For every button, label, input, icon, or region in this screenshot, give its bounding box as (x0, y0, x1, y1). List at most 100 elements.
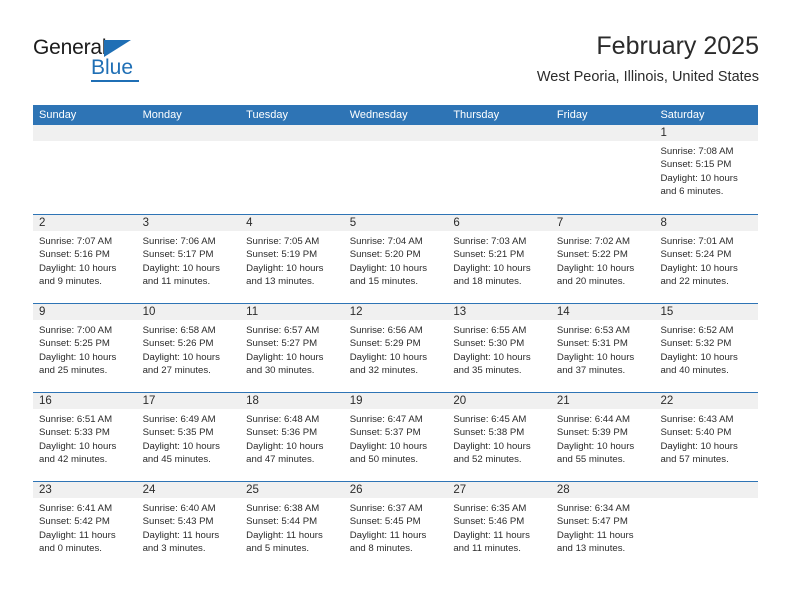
calendar-week-row: 9 Sunrise: 7:00 AM Sunset: 5:25 PM Daylight… (33, 303, 759, 392)
sunset-text: Sunset: 5:29 PM (349, 338, 421, 350)
calendar-day-cell[interactable]: 16 Sunrise: 6:51 AM Sunset: 5:33 PM Dayligh… (33, 393, 137, 481)
daylight-text: Daylight: 10 hours and 11 minutes. (142, 262, 220, 287)
sunrise-text: Sunrise: 6:35 AM (453, 503, 527, 514)
weekday-header-friday: Friday (556, 109, 588, 121)
calendar-day-cell[interactable]: 25 Sunrise: 6:38 AM Sunset: 5:44 PM Dayligh… (240, 482, 344, 570)
day-number: 6 (447, 215, 551, 231)
sunrise-text: Sunrise: 7:08 AM (660, 146, 734, 157)
day-number (343, 125, 448, 141)
day-sun-info: Sunrise: 6:53 AM Sunset: 5:31 PM Daylight:… (551, 320, 655, 377)
weekday-header-wednesday: Wednesday (349, 109, 408, 121)
day-sun-info: Sunrise: 7:02 AM Sunset: 5:22 PM Daylight:… (551, 231, 655, 288)
daylight-text: Daylight: 10 hours and 18 minutes. (453, 262, 531, 287)
sunset-text: Sunset: 5:45 PM (349, 516, 421, 528)
day-number: 12 (343, 304, 448, 320)
sunset-text: Sunset: 5:31 PM (556, 338, 628, 350)
calendar-day-cell-empty (136, 125, 241, 214)
sunset-text: Sunset: 5:38 PM (453, 427, 525, 439)
calendar-week-row: 1 Sunrise: 7:08 AM Sunset: 5:15 PM Daylight… (33, 125, 759, 214)
day-number: 20 (447, 393, 551, 409)
logo-underline (91, 80, 139, 82)
day-sun-info: Sunrise: 7:03 AM Sunset: 5:21 PM Daylight:… (447, 231, 551, 288)
day-number (33, 125, 137, 141)
sunrise-text: Sunrise: 6:37 AM (349, 503, 423, 514)
calendar-day-cell[interactable]: 22 Sunrise: 6:43 AM Sunset: 5:40 PM Dayligh… (654, 393, 759, 481)
day-sun-info: Sunrise: 6:41 AM Sunset: 5:42 PM Daylight:… (33, 498, 137, 555)
calendar-day-cell[interactable]: 21 Sunrise: 6:44 AM Sunset: 5:39 PM Dayligh… (550, 393, 655, 481)
title-block: February 2025 West Peoria, Illinois, Uni… (537, 30, 759, 88)
calendar-day-cell[interactable]: 3 Sunrise: 7:06 AM Sunset: 5:17 PM Daylight… (136, 215, 241, 303)
calendar-day-cell[interactable]: 11 Sunrise: 6:57 AM Sunset: 5:27 PM Dayligh… (240, 304, 344, 392)
day-number: 22 (654, 393, 759, 409)
daylight-text: Daylight: 10 hours and 30 minutes. (246, 351, 324, 376)
weekday-header-sunday: Sunday (39, 109, 77, 121)
daylight-text: Daylight: 10 hours and 42 minutes. (39, 440, 117, 465)
day-number: 26 (343, 482, 448, 498)
calendar-day-cell[interactable]: 4 Sunrise: 7:05 AM Sunset: 5:19 PM Daylight… (240, 215, 344, 303)
weekday-header-row: Sunday Monday Tuesday Wednesday Thursday… (33, 105, 758, 125)
sunset-text: Sunset: 5:39 PM (556, 427, 628, 439)
sunset-text: Sunset: 5:25 PM (39, 338, 110, 350)
day-number: 25 (240, 482, 344, 498)
sunrise-text: Sunrise: 6:51 AM (39, 414, 113, 425)
calendar-day-cell[interactable]: 24 Sunrise: 6:40 AM Sunset: 5:43 PM Dayligh… (136, 482, 241, 570)
calendar-page: General Blue February 2025 West Peoria, … (0, 0, 792, 612)
sunrise-text: Sunrise: 7:03 AM (453, 236, 527, 247)
calendar-day-cell[interactable]: 9 Sunrise: 7:00 AM Sunset: 5:25 PM Daylight… (33, 304, 137, 392)
calendar-day-cell[interactable]: 23 Sunrise: 6:41 AM Sunset: 5:42 PM Dayligh… (33, 482, 137, 570)
calendar-week-row: 23 Sunrise: 6:41 AM Sunset: 5:42 PM Dayligh… (33, 481, 759, 570)
sunrise-text: Sunrise: 6:41 AM (39, 503, 113, 514)
calendar-day-cell[interactable]: 28 Sunrise: 6:34 AM Sunset: 5:47 PM Dayligh… (550, 482, 655, 570)
sunrise-text: Sunrise: 7:00 AM (39, 325, 113, 336)
calendar-day-cell[interactable]: 17 Sunrise: 6:49 AM Sunset: 5:35 PM Dayligh… (136, 393, 241, 481)
weekday-header-tuesday: Tuesday (246, 109, 288, 121)
calendar-day-cell[interactable]: 14 Sunrise: 6:53 AM Sunset: 5:31 PM Dayligh… (550, 304, 655, 392)
sunset-text: Sunset: 5:43 PM (142, 516, 214, 528)
calendar-day-cell[interactable]: 13 Sunrise: 6:55 AM Sunset: 5:30 PM Dayligh… (447, 304, 551, 392)
sunrise-text: Sunrise: 7:06 AM (142, 236, 216, 247)
sunrise-text: Sunrise: 6:43 AM (660, 414, 734, 425)
calendar-day-cell[interactable]: 18 Sunrise: 6:48 AM Sunset: 5:36 PM Dayligh… (240, 393, 344, 481)
daylight-text: Daylight: 10 hours and 47 minutes. (246, 440, 324, 465)
sunset-text: Sunset: 5:36 PM (246, 427, 318, 439)
sunset-text: Sunset: 5:24 PM (660, 249, 732, 261)
day-number (550, 125, 655, 141)
day-number: 1 (654, 125, 759, 141)
sunset-text: Sunset: 5:40 PM (660, 427, 732, 439)
calendar-day-cell[interactable]: 20 Sunrise: 6:45 AM Sunset: 5:38 PM Dayligh… (447, 393, 551, 481)
sunset-text: Sunset: 5:46 PM (453, 516, 525, 528)
sunset-text: Sunset: 5:19 PM (246, 249, 318, 261)
calendar-day-cell[interactable]: 8 Sunrise: 7:01 AM Sunset: 5:24 PM Daylight… (654, 215, 759, 303)
calendar-day-cell[interactable]: 7 Sunrise: 7:02 AM Sunset: 5:22 PM Daylight… (550, 215, 655, 303)
day-sun-info: Sunrise: 6:45 AM Sunset: 5:38 PM Daylight:… (447, 409, 551, 466)
day-sun-info: Sunrise: 7:06 AM Sunset: 5:17 PM Daylight:… (137, 231, 241, 288)
day-number: 17 (136, 393, 241, 409)
day-sun-info: Sunrise: 7:01 AM Sunset: 5:24 PM Daylight:… (654, 231, 758, 288)
sunrise-text: Sunrise: 6:57 AM (246, 325, 320, 336)
day-number: 9 (33, 304, 137, 320)
day-number: 28 (550, 482, 655, 498)
daylight-text: Daylight: 10 hours and 55 minutes. (556, 440, 635, 465)
calendar-day-cell[interactable]: 10 Sunrise: 6:58 AM Sunset: 5:26 PM Dayligh… (136, 304, 241, 392)
sunrise-text: Sunrise: 6:49 AM (142, 414, 216, 425)
calendar-day-cell[interactable]: 5 Sunrise: 7:04 AM Sunset: 5:20 PM Daylight… (343, 215, 448, 303)
calendar-day-cell[interactable]: 1 Sunrise: 7:08 AM Sunset: 5:15 PM Daylight… (654, 125, 759, 214)
sunrise-text: Sunrise: 6:53 AM (556, 325, 630, 336)
day-sun-info: Sunrise: 6:34 AM Sunset: 5:47 PM Daylight:… (551, 498, 655, 555)
calendar-day-cell[interactable]: 12 Sunrise: 6:56 AM Sunset: 5:29 PM Dayligh… (343, 304, 448, 392)
calendar-day-cell[interactable]: 19 Sunrise: 6:47 AM Sunset: 5:37 PM Dayligh… (343, 393, 448, 481)
calendar-day-cell[interactable]: 2 Sunrise: 7:07 AM Sunset: 5:16 PM Daylight… (33, 215, 137, 303)
general-blue-logo[interactable]: General Blue (33, 36, 263, 88)
sunset-text: Sunset: 5:35 PM (142, 427, 214, 439)
calendar-day-cell[interactable]: 6 Sunrise: 7:03 AM Sunset: 5:21 PM Daylight… (447, 215, 551, 303)
calendar-day-cell-empty (33, 125, 137, 214)
calendar-day-cell[interactable]: 15 Sunrise: 6:52 AM Sunset: 5:32 PM Dayligh… (654, 304, 759, 392)
calendar-day-cell-empty (550, 125, 655, 214)
day-number: 14 (550, 304, 655, 320)
sunset-text: Sunset: 5:33 PM (39, 427, 110, 439)
calendar-day-cell[interactable]: 27 Sunrise: 6:35 AM Sunset: 5:46 PM Dayligh… (447, 482, 551, 570)
sunset-text: Sunset: 5:20 PM (349, 249, 421, 261)
calendar-day-cell[interactable]: 26 Sunrise: 6:37 AM Sunset: 5:45 PM Dayligh… (343, 482, 448, 570)
calendar-week-row: 2 Sunrise: 7:07 AM Sunset: 5:16 PM Daylight… (33, 214, 759, 303)
daylight-text: Daylight: 10 hours and 25 minutes. (39, 351, 117, 376)
